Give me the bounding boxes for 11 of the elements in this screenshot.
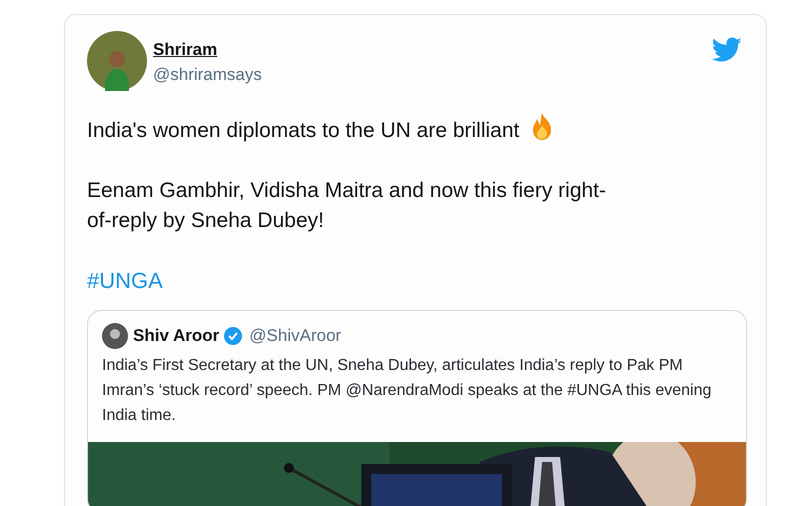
quoted-author-handle: @ShivAroor [249,325,342,348]
author-handle: @shriramsays [153,64,262,86]
avatar [102,323,128,349]
avatar [87,31,147,91]
author-name[interactable]: Shriram [153,39,262,61]
tweet-text: Eenam Gambhir, Vidisha Maitra and now this fiery right-of-reply by Sneha Dubey! [87,178,608,234]
bird-icon[interactable] [712,37,742,63]
tweet-text: India's women diplomats to the UN are brilliant [87,111,617,146]
quoted-author-name[interactable]: Shiv Aroor [133,323,220,349]
quoted-tweet-text: India’s First Secretary at the UN, Sneha Dubey, articulates India’s reply to Pak PM Imran’s ‘stuck record’ speech. PM @NarendraModi speaks at the #UNGA this evening India time. [102,356,712,426]
quoted-tweet[interactable]: Shiv Aroor @ShivAroor India’s First Secretary at the UN, Sneha Dubey, articulates India’s reply to Pak PM Imran’s ‘stuck record’ speech. PM @NarendraModi speaks at the #UNGA this evening India time. [87,310,747,506]
